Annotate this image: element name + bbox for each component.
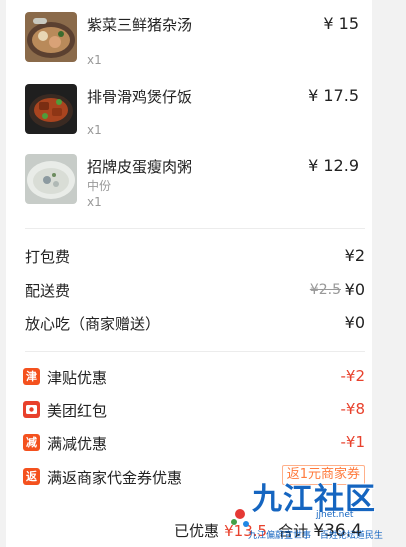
item-price: ¥ 12.9 [308, 156, 359, 175]
order-summary: 已优惠 ¥13.5 合计 ¥36.4 [6, 516, 372, 547]
item-name: 招牌皮蛋瘦肉粥 [87, 158, 193, 176]
item-spec: 中份 [87, 179, 112, 193]
saved-label: 已优惠 [174, 522, 220, 540]
order-item[interactable]: 排骨滑鸡煲仔饭 ¥ 17.5 x1 [25, 84, 365, 140]
assurance-value: ¥0 [344, 313, 365, 332]
allowance-icon: 津 [23, 368, 40, 385]
saved-value: ¥13.5 [224, 522, 268, 540]
discount-label: 津贴优惠 [47, 369, 108, 387]
assurance-label: 放心吃（商家赠送） [25, 315, 161, 333]
discount-value: -¥1 [340, 433, 366, 451]
return-icon: 返 [23, 468, 40, 485]
total-label: 合计 [278, 522, 309, 540]
reduction-icon: 减 [23, 434, 40, 451]
order-detail-card: 紫菜三鲜猪杂汤 ¥ 15 x1 排骨滑鸡煲仔饭 ¥ 17.5 x1 招牌皮蛋瘦肉… [6, 0, 372, 547]
red-packet-icon [23, 401, 40, 418]
voucher-return-row[interactable]: 返 满返商家代金券优惠 返1元商家券 [23, 465, 365, 489]
item-quantity: x1 [87, 195, 102, 209]
item-name: 紫菜三鲜猪杂汤 [87, 16, 193, 34]
packaging-fee-label: 打包费 [25, 248, 71, 266]
item-quantity: x1 [87, 53, 102, 67]
dish-photo [25, 84, 77, 134]
assurance-row[interactable]: 放心吃（商家赠送） ¥0 [25, 313, 365, 335]
packaging-fee-row: 打包费 ¥2 [25, 246, 365, 268]
discount-value: -¥2 [340, 367, 366, 385]
allowance-discount-row: 津 津贴优惠 -¥2 [23, 367, 365, 389]
packaging-fee-value: ¥2 [344, 246, 365, 265]
voucher-tag[interactable]: 返1元商家券 [281, 465, 365, 485]
discount-value: -¥8 [340, 400, 366, 418]
item-quantity: x1 [87, 123, 102, 137]
full-reduction-row: 减 满减优惠 -¥1 [23, 433, 365, 455]
order-item[interactable]: 紫菜三鲜猪杂汤 ¥ 15 x1 [25, 12, 365, 68]
red-packet-row: 美团红包 -¥8 [23, 400, 365, 422]
discount-label: 美团红包 [47, 402, 108, 420]
item-price: ¥ 15 [323, 14, 359, 33]
order-item[interactable]: 招牌皮蛋瘦肉粥 ¥ 12.9 中份 x1 [25, 154, 365, 210]
delivery-fee-row: 配送费 ¥2.5 ¥0 [25, 280, 365, 302]
delivery-fee-original: ¥2.5 [309, 282, 341, 298]
dish-photo [25, 12, 77, 62]
dish-photo [25, 154, 77, 204]
discount-label: 满减优惠 [47, 435, 108, 453]
divider [25, 351, 365, 352]
divider [25, 228, 365, 229]
total-value: ¥36.4 [313, 521, 362, 541]
delivery-fee-value: ¥0 [344, 280, 365, 299]
item-price: ¥ 17.5 [308, 86, 359, 105]
discount-label: 满返商家代金券优惠 [47, 469, 183, 487]
delivery-fee-label: 配送费 [25, 282, 71, 300]
item-name: 排骨滑鸡煲仔饭 [87, 88, 193, 106]
